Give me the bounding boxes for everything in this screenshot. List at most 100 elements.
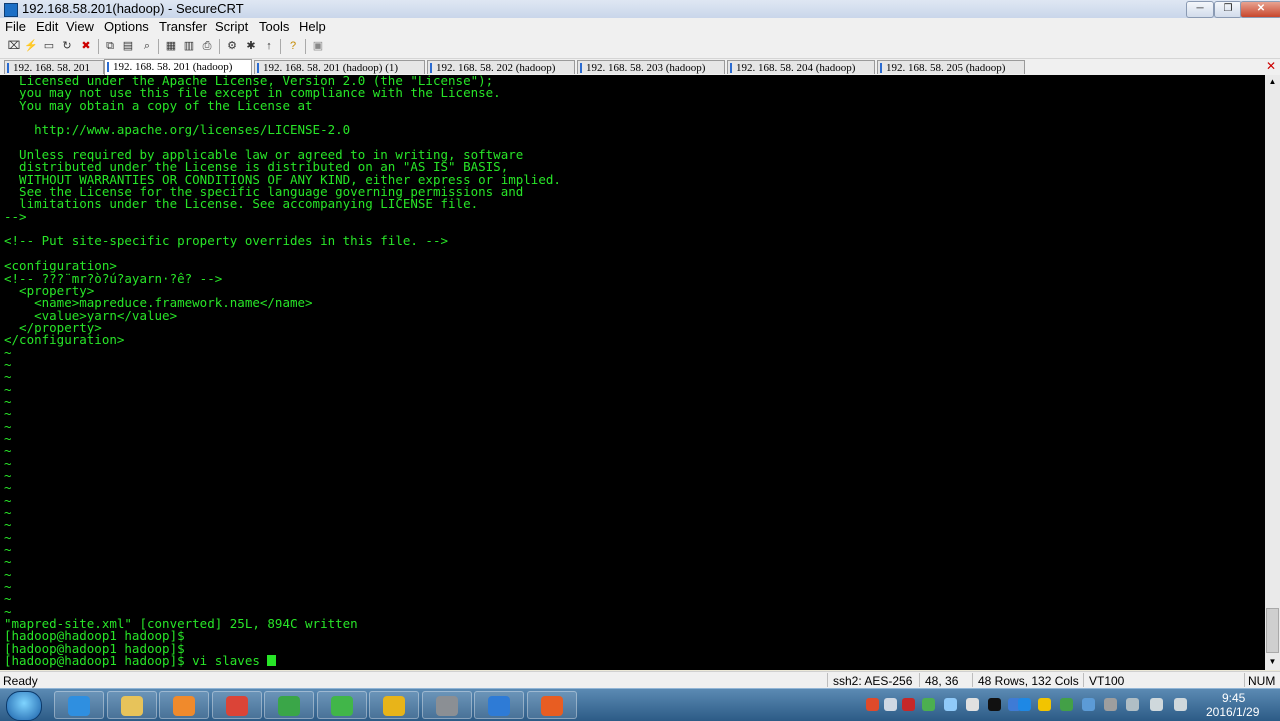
vim-empty-line: ~ [4,344,12,360]
securefx-icon [278,696,300,716]
input-mode-icon[interactable] [884,698,897,711]
windows-taskbar: 9:45 2016/1/29 [0,688,1280,721]
menu-view[interactable]: View [66,19,94,34]
tab-192-168-58-203-hadoop[interactable]: 192. 168. 58. 203 (hadoop) [577,60,725,74]
connect-icon[interactable]: ⌧ [7,40,21,53]
menu-file[interactable]: File [5,19,26,34]
start-button[interactable] [6,691,42,721]
display-tray-icon[interactable] [1082,698,1095,711]
status-ready: Ready [3,674,38,688]
shield-tray-icon[interactable] [1060,698,1073,711]
status-separator [827,673,828,687]
clock-time[interactable]: 9:45 [1222,691,1245,705]
reconnect-icon[interactable]: ↻ [60,40,74,53]
vim-empty-line: ~ [4,393,12,409]
menu-bar: File Edit View Options Transfer Script T… [0,18,1280,36]
toolbar-separator [98,39,99,54]
tab-label: 192. 168. 58. 202 (hadoop) [436,62,556,74]
minimize-button[interactable]: ─ [1186,1,1214,18]
speaker-icon[interactable] [1150,698,1163,711]
scroll-down-icon[interactable]: ▼ [1266,656,1279,668]
menu-edit[interactable]: Edit [36,19,58,34]
tab-192-168-58-204-hadoop[interactable]: 192. 168. 58. 204 (hadoop) [727,60,875,74]
about-icon[interactable]: ▣ [311,40,325,53]
vim-empty-line: ~ [4,455,12,471]
vim-empty-line: ~ [4,430,12,446]
tab-192-168-58-202-hadoop[interactable]: 192. 168. 58. 202 (hadoop) [427,60,575,74]
close-window-button[interactable]: ✕ [1240,1,1280,18]
status-separator [919,673,920,687]
tab-192-168-58-201-hadoop-1[interactable]: 192. 168. 58. 201 (hadoop) (1) [254,60,425,74]
status-emulation: VT100 [1089,674,1125,688]
wifi-tray-icon[interactable] [944,698,957,711]
status-separator [1244,673,1245,687]
help-icon[interactable]: ? [286,40,300,53]
session-options-icon[interactable]: ⚙ [225,40,239,53]
qq-tray-icon[interactable] [988,698,1001,711]
green-browser-icon [330,696,353,716]
keymap-icon[interactable]: ↑ [262,40,276,53]
taskbar-app[interactable] [369,691,419,719]
quick-connect-icon[interactable]: ⚡ [24,40,38,53]
tab-192-168-58-205-hadoop[interactable]: 192. 168. 58. 205 (hadoop) [877,60,1025,74]
connect-tab-icon[interactable]: ▭ [42,40,56,53]
printer-app-icon [435,696,458,716]
taskbar-app[interactable] [474,691,524,719]
securecrt-icon [488,696,510,716]
print-selection-icon[interactable]: ▥ [182,40,196,53]
bluetooth-icon[interactable] [1018,698,1031,711]
maximize-button[interactable]: ❐ [1214,1,1242,18]
vertical-scrollbar[interactable] [1265,75,1280,670]
vim-empty-line: ~ [4,579,12,595]
tab-192-168-58-201[interactable]: 192. 168. 58. 201 [4,60,104,74]
menu-script[interactable]: Script [215,19,248,34]
taskbar-app[interactable] [106,691,157,719]
find-icon[interactable]: ⌕ [140,40,154,53]
network-share-icon[interactable] [922,698,935,711]
status-terminal-size: 48 Rows, 132 Cols [978,674,1079,688]
taskbar-app[interactable] [526,691,577,719]
taskbar-app[interactable] [264,691,314,719]
terminal-cursor [267,655,277,667]
taskbar-app[interactable] [159,691,209,719]
windows-tray-icon[interactable] [966,698,979,711]
status-num-lock: NUM [1248,674,1276,688]
vim-empty-line: ~ [4,492,12,508]
global-options-icon[interactable]: ✱ [244,40,258,53]
clock-date[interactable]: 2016/1/29 [1206,705,1259,719]
tab-label: 192. 168. 58. 201 (hadoop) (1) [263,62,399,74]
security-plus-icon[interactable] [1038,698,1051,711]
print-icon[interactable]: ▦ [164,40,178,53]
tab-192-168-58-201-hadoop[interactable]: 192. 168. 58. 201 (hadoop) [104,59,252,75]
signal-strength-icon[interactable] [1174,698,1187,711]
securecrt-app-icon[interactable] [4,3,18,17]
toolbar: ⌧ ⚡ ▭ ↻ ✖ ⧉ ▤ ⌕ ▦ ▥ ⎙ ⚙ ✱ ↑ ? ▣ [0,36,1280,59]
vim-empty-line: ~ [4,529,12,545]
scroll-up-icon[interactable]: ▲ [1266,76,1279,88]
antivirus-tray-icon[interactable] [902,698,915,711]
copy-icon[interactable]: ⧉ [103,40,117,53]
scroll-thumb[interactable] [1266,608,1279,653]
taskbar-app[interactable] [211,691,262,719]
menu-options[interactable]: Options [104,19,149,34]
file-explorer-icon [120,696,143,716]
taskbar-app[interactable] [316,691,367,719]
taskbar-app[interactable] [421,691,472,719]
menu-transfer[interactable]: Transfer [159,19,207,34]
menu-help[interactable]: Help [299,19,326,34]
toolbar-separator [158,39,159,54]
menu-tools[interactable]: Tools [259,19,289,34]
taskbar-app[interactable] [54,691,104,719]
sogou-input-icon[interactable] [866,698,879,711]
close-tab-icon[interactable]: ✕ [1265,60,1277,72]
disconnect-icon[interactable]: ✖ [79,40,93,53]
tab-label: 192. 168. 58. 203 (hadoop) [586,62,706,74]
toolbar-separator [219,39,220,54]
power-tray-icon[interactable] [1104,698,1117,711]
print-setup-icon[interactable]: ⎙ [200,40,214,53]
paste-icon[interactable]: ▤ [121,40,135,53]
status-cipher: ssh2: AES-256 [833,674,913,688]
vim-empty-line: ~ [4,554,12,570]
terminal-view[interactable]: Licensed under the Apache License, Versi… [0,75,1265,670]
volume-icon[interactable] [1126,698,1139,711]
